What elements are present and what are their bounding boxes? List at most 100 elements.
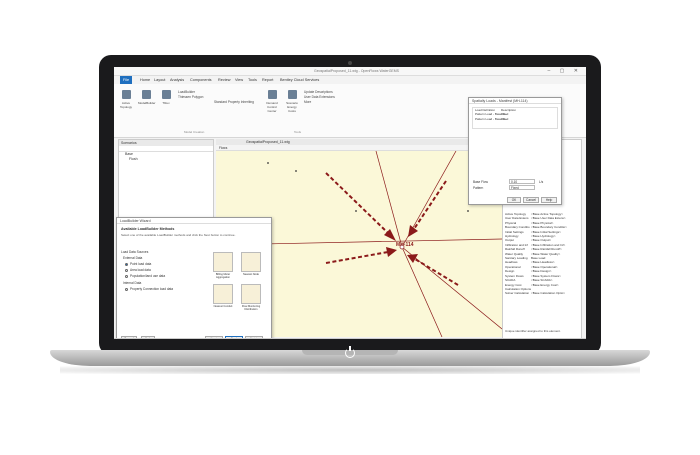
option-area-load[interactable]: Area load data: [125, 268, 151, 272]
wizard-heading: Available LoadBuilder Methods: [121, 227, 175, 231]
load-table: Load Definition Description Pattern Load …: [472, 107, 558, 129]
modelbuilder-button[interactable]: ModelBuilder: [138, 90, 156, 105]
pipe-south: [401, 246, 443, 337]
spatial-loads-dialog: Spatially Loads - Manifest (MH-114) Load…: [468, 97, 562, 205]
base-flow-input[interactable]: 0.10: [509, 179, 535, 184]
load-data-sources-label: Load Data Sources: [121, 250, 149, 254]
tile-flow-monitoring[interactable]: [241, 284, 261, 304]
active-topology-label: Active Topology: [119, 101, 132, 109]
property-value: <Base SCADA>: [531, 278, 553, 283]
base-flow-unit: L/s: [539, 180, 544, 184]
menu-analysis[interactable]: Analysis: [170, 78, 184, 82]
menu-tools[interactable]: Tools: [248, 78, 257, 82]
app-screen: GeospatialProposed_11.wtg - OpenFlows Wa…: [114, 67, 586, 346]
demand-control-button[interactable]: Demand Control Center: [264, 90, 280, 113]
node-d: [467, 210, 469, 212]
node-c: [355, 210, 357, 212]
property-value: Base Load: [531, 256, 546, 261]
window-controls[interactable]: – ▢ ✕: [548, 68, 582, 74]
tile-nearest-conduit-label: Nearest Conduit: [213, 305, 233, 308]
option-population-load[interactable]: Population/land use data: [125, 274, 165, 278]
scenario-flush[interactable]: Flush: [119, 157, 213, 162]
trex-button[interactable]: TRex: [158, 90, 174, 105]
tile-nearest-node[interactable]: [241, 252, 261, 272]
property-value: <Base Output>: [531, 238, 552, 243]
pattern-select[interactable]: Fixed: [509, 185, 535, 190]
dialog-help-button[interactable]: Help: [541, 197, 557, 203]
property-value: <Base Initial Settings>: [531, 229, 561, 234]
window-titlebar: GeospatialProposed_11.wtg - OpenFlows Wa…: [114, 67, 586, 76]
menu-file[interactable]: File: [120, 76, 132, 84]
modelbuilder-icon: [141, 90, 151, 99]
standard-property-link[interactable]: Standard Property Inheriting: [214, 100, 254, 104]
loadbuilder-link[interactable]: LoadBuilder: [178, 90, 195, 94]
group-model-creation: Model Creation: [184, 130, 205, 134]
user-data-extensions-link[interactable]: User Data Extensions: [304, 95, 335, 99]
map-flows-label: Flows: [219, 146, 228, 150]
node-b: [295, 170, 297, 172]
load-table-row[interactable]: Pattern Load - Base Fl...Fixed: [473, 117, 557, 121]
active-topology-button[interactable]: Active Topology: [118, 90, 134, 109]
option-property-connection[interactable]: Property Connection load data: [125, 287, 173, 291]
node-a: [267, 162, 269, 164]
option-point-load[interactable]: Point load data: [125, 262, 151, 266]
radio-selected-icon: [125, 262, 128, 266]
property-value: <Base Active Topology>: [531, 212, 563, 216]
menu-bar: Home Layout Analysis Components Review V…: [114, 76, 586, 84]
property-value: <Base User Data Extens>: [531, 216, 566, 221]
option-population-load-label: Population/land use data: [130, 274, 166, 278]
wizard-subtitle: Select one of the available LoadBuilder …: [121, 233, 236, 237]
more-link[interactable]: More: [304, 100, 311, 104]
property-value: <Base Headloss>: [531, 260, 555, 265]
menu-components[interactable]: Components: [190, 78, 212, 82]
thiessen-polygon-link[interactable]: Thiessen Polygon: [178, 95, 203, 99]
menu-home[interactable]: Home: [140, 78, 150, 82]
loadbuilder-wizard: LoadBuilder Wizard Available LoadBuilder…: [116, 217, 272, 345]
spatial-dialog-title: Spatially Loads - Manifest (MH-114): [469, 98, 561, 104]
scenario-energy-label: Scenario Energy Costs: [286, 101, 298, 113]
arrowhead-west: [386, 247, 397, 257]
scenario-energy-button[interactable]: Scenario Energy Costs: [284, 90, 300, 113]
menu-cloud-services[interactable]: Bentley Cloud Services: [280, 78, 319, 82]
option-point-load-label: Point load data: [130, 262, 152, 266]
option-area-load-label: Area load data: [130, 268, 151, 272]
trex-icon: [161, 90, 171, 99]
tile-nearest-conduit[interactable]: [213, 284, 233, 304]
modelbuilder-label: ModelBuilder: [138, 101, 156, 105]
internal-data-label: Internal Data: [123, 281, 142, 285]
menu-view[interactable]: View: [235, 78, 243, 82]
property-value: <Base Hydrology>: [531, 234, 556, 239]
arrowhead-northwest: [384, 229, 396, 241]
tile-billing-meter[interactable]: [213, 252, 233, 272]
property-row[interactable]: Solver Calculation <Base Calculation Opti…: [503, 291, 581, 295]
menu-layout[interactable]: Layout: [154, 78, 165, 82]
base-flow-label: Base Flow: [473, 180, 488, 184]
pattern-label: Pattern: [473, 186, 484, 190]
demand-control-label: Demand Control Center: [266, 101, 278, 113]
property-value: <Base Design>: [531, 269, 552, 274]
tile-flow-monitoring-label: Flow Monitoring Distribution: [241, 305, 261, 311]
tile-billing-meter-label: Billing Meter Aggregation: [215, 273, 231, 279]
property-value: <Base Energy Cost>: [531, 282, 559, 287]
option-property-connection-label: Property Connection load data: [130, 287, 174, 291]
property-key: Solver Calculation: [505, 291, 530, 296]
menu-report[interactable]: Report: [262, 78, 273, 82]
group-tools: Tools: [294, 130, 302, 134]
dialog-ok-button[interactable]: OK: [507, 197, 521, 203]
property-description: Unique identifier assigned to this eleme…: [505, 329, 561, 333]
topology-icon: [121, 90, 131, 99]
arrow-west: [325, 251, 389, 264]
properties-grid: Active Topology <Base Active Topology> Use…: [503, 212, 581, 296]
window-title: GeospatialProposed_11.wtg - OpenFlows Wa…: [314, 69, 400, 73]
trex-label: TRex: [162, 101, 170, 105]
property-value: <Base System Flows>: [531, 273, 561, 278]
update-descriptions-link[interactable]: Update Descriptions: [304, 90, 333, 94]
load-col-value: Fixed: [501, 112, 509, 117]
power-icon-bar: [349, 346, 351, 351]
radio-icon: [125, 287, 128, 291]
dialog-cancel-button[interactable]: Cancel: [523, 197, 539, 203]
radio-icon: [125, 274, 128, 278]
property-value: <Base Rainfall Runoff>: [531, 247, 562, 252]
laptop-shadow: [60, 366, 640, 374]
menu-review[interactable]: Review: [218, 78, 230, 82]
